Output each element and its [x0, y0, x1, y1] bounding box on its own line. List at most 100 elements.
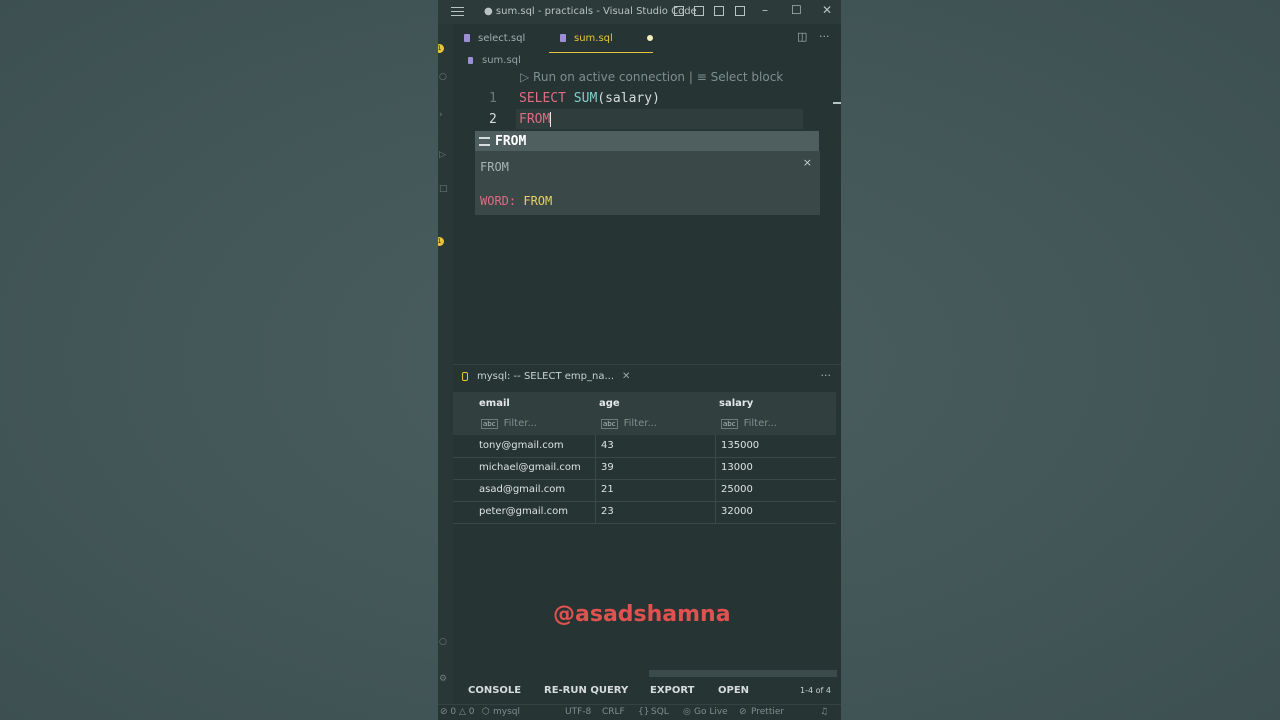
keyword-select: SELECT [519, 91, 566, 106]
filter-salary[interactable]: abc Filter... [721, 418, 777, 429]
rerun-query-button[interactable]: RE-RUN QUERY [544, 685, 628, 696]
unsaved-dot-icon[interactable] [646, 35, 653, 41]
account-icon[interactable]: ○ [439, 637, 447, 647]
filter-email[interactable]: abc Filter... [481, 418, 537, 429]
run-debug-icon[interactable]: ▷ [439, 150, 446, 160]
console-button[interactable]: CONSOLE [468, 685, 521, 696]
export-button[interactable]: EXPORT [650, 685, 694, 696]
suggestion-details: FROM × WORD: FROM [475, 151, 820, 215]
code-line-1[interactable]: SELECT SUM(salary) [519, 91, 660, 106]
source-control-icon[interactable]: › [439, 110, 443, 120]
details-title: FROM [480, 160, 509, 174]
language-indicator[interactable]: SQL [651, 707, 669, 717]
breadcrumb[interactable]: sum.sql [468, 55, 521, 66]
paren-close: ) [652, 91, 660, 106]
column-header-salary[interactable]: salary [719, 398, 753, 409]
editor-tab-bar: select.sql sum.sql ◫ ··· [453, 24, 841, 53]
customize-layout-icon[interactable] [735, 6, 745, 16]
close-tab-icon[interactable]: ✕ [622, 371, 630, 382]
suggestion-label: FROM [495, 133, 527, 149]
close-window-icon[interactable]: ✕ [822, 3, 832, 17]
split-editor-icon[interactable]: ◫ [797, 30, 807, 43]
badge-icon[interactable]: 1 [438, 44, 444, 53]
go-live-button[interactable]: Go Live [694, 707, 728, 717]
filter-type-icon: abc [601, 418, 618, 429]
results-toolbar: CONSOLE RE-RUN QUERY EXPORT OPEN 1-4 of … [453, 677, 841, 705]
table-row[interactable]: michael@gmail.com 39 13000 [453, 457, 836, 480]
notifications-bell-icon[interactable]: ♫ [820, 707, 828, 717]
database-icon [462, 372, 468, 381]
table-row[interactable]: peter@gmail.com 23 32000 [453, 501, 836, 524]
cell-age: 39 [601, 462, 614, 473]
status-bar: ⊘ 0 △ 0 ⬡ mysql UTF-8 CRLF {} SQL ◎ Go L… [438, 704, 841, 720]
doc-key: WORD: [480, 194, 517, 208]
cell-salary: 13000 [721, 462, 753, 473]
search-icon[interactable]: ○ [439, 72, 447, 82]
codelens[interactable]: ▷ Run on active connection | ≡ Select bl… [520, 70, 783, 84]
close-details-icon[interactable]: × [803, 156, 812, 169]
hamburger-menu-icon[interactable] [451, 7, 464, 16]
tab-label: select.sql [478, 32, 526, 44]
toggle-secondary-sidebar-icon[interactable] [714, 6, 724, 16]
filter-type-icon: abc [481, 418, 498, 429]
database-file-icon [464, 34, 470, 42]
tab-label: sum.sql [574, 32, 613, 44]
column-header-age[interactable]: age [599, 398, 620, 409]
maximize-icon[interactable]: ☐ [791, 3, 802, 17]
toggle-sidebar-icon[interactable] [674, 6, 684, 16]
connection-indicator[interactable]: mysql [493, 707, 520, 717]
column-header-email[interactable]: email [479, 398, 510, 409]
keyword-kind-icon [479, 136, 490, 146]
doc-value: FROM [523, 194, 553, 208]
braces-icon: {} [638, 707, 650, 717]
horizontal-scrollbar[interactable] [649, 670, 837, 677]
window-title: ● sum.sql - practicals - Visual Studio C… [484, 6, 697, 17]
line-number: 2 [489, 112, 497, 127]
cell-age: 21 [601, 484, 614, 495]
extensions-icon[interactable]: □ [439, 184, 448, 194]
problems-indicator[interactable]: ⊘ 0 △ 0 [440, 707, 475, 717]
cell-age: 43 [601, 440, 614, 451]
overview-ruler-cursor [833, 102, 841, 104]
title-bar: ● sum.sql - practicals - Visual Studio C… [438, 0, 841, 24]
cell-salary: 25000 [721, 484, 753, 495]
results-tab-label: mysql: -- SELECT emp_na... [477, 371, 615, 382]
filter-type-icon: abc [721, 418, 738, 429]
settings-gear-icon[interactable]: ⚙ [439, 674, 447, 684]
table-row[interactable]: tony@gmail.com 43 135000 [453, 435, 836, 458]
details-doc: WORD: FROM [480, 194, 552, 208]
prettier-check-icon: ⊘ [739, 707, 747, 717]
cell-email: peter@gmail.com [479, 506, 568, 517]
activity-bar: 1 ○ › ▷ □ 1 ○ ⚙ [438, 24, 453, 720]
encoding-indicator[interactable]: UTF-8 [565, 707, 591, 717]
cell-email: michael@gmail.com [479, 462, 581, 473]
breadcrumb-file[interactable]: sum.sql [482, 55, 521, 66]
cell-email: asad@gmail.com [479, 484, 566, 495]
toggle-panel-icon[interactable] [694, 6, 704, 16]
paren-open: ( [597, 91, 606, 106]
keyword-from: FROM [519, 112, 551, 127]
text-cursor [550, 112, 552, 127]
results-tab[interactable]: mysql: -- SELECT emp_na... ✕ [462, 371, 630, 382]
code-line-2[interactable]: FROM [519, 112, 552, 127]
current-line-highlight [516, 109, 803, 129]
more-actions-icon[interactable]: ··· [819, 30, 830, 43]
eol-indicator[interactable]: CRLF [602, 707, 625, 717]
filter-age[interactable]: abc Filter... [601, 418, 657, 429]
prettier-indicator[interactable]: Prettier [751, 707, 784, 717]
tab-select-sql[interactable]: select.sql [464, 24, 525, 52]
suggestion-item[interactable]: FROM [475, 131, 819, 151]
database-file-icon [560, 34, 566, 42]
watermark: @asadshamna [553, 602, 731, 627]
broadcast-icon: ◎ [683, 707, 691, 717]
panel-more-icon[interactable]: ··· [821, 369, 832, 382]
query-results-panel: mysql: -- SELECT emp_na... ✕ ··· email a… [453, 364, 841, 705]
line-number: 1 [489, 91, 497, 106]
database-file-icon [468, 57, 473, 64]
tab-sum-sql[interactable]: sum.sql [549, 24, 653, 53]
minimize-icon[interactable]: – [762, 3, 768, 17]
database-badge-icon[interactable]: 1 [438, 237, 444, 246]
open-button[interactable]: OPEN [718, 685, 749, 696]
argument: salary [605, 91, 653, 106]
table-row[interactable]: asad@gmail.com 21 25000 [453, 479, 836, 502]
